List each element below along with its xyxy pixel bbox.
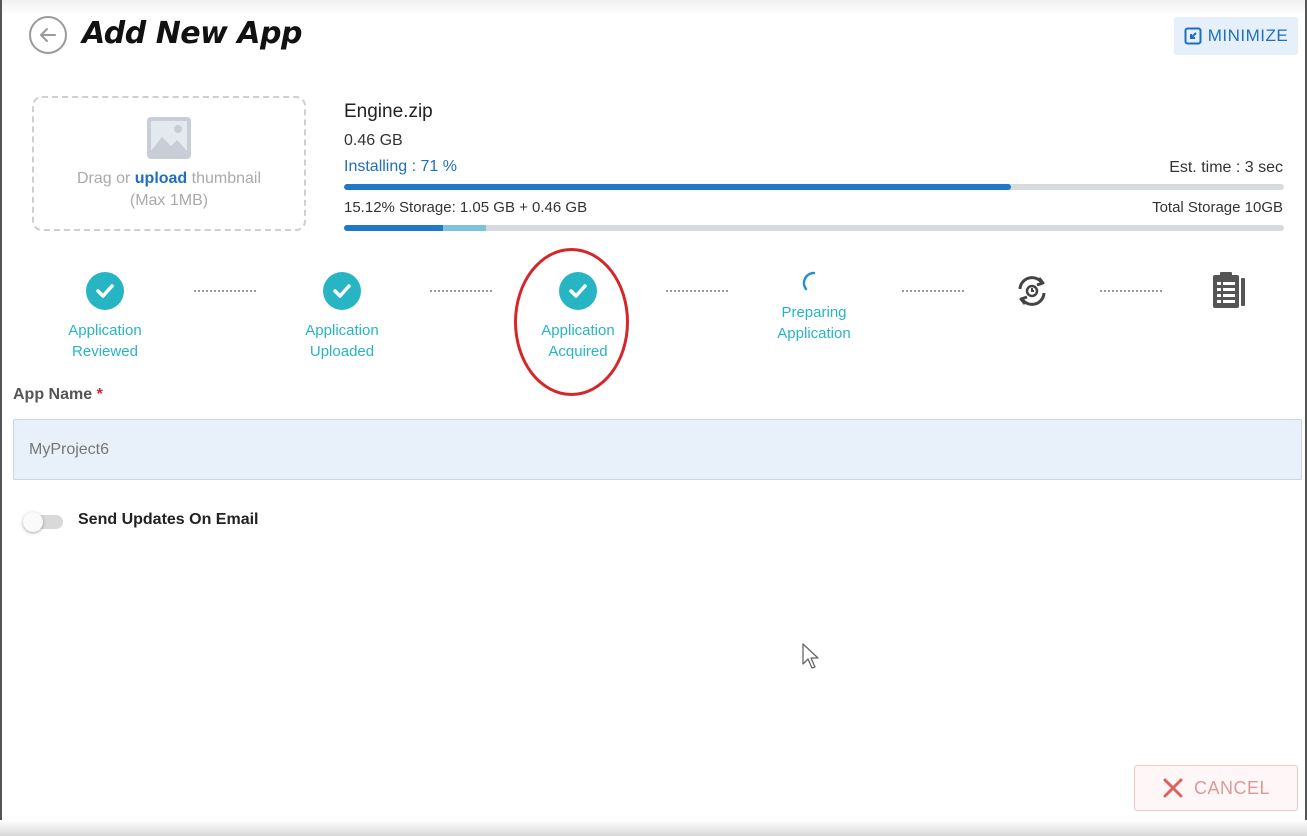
check-circle-icon — [323, 272, 361, 310]
install-progress-bar — [344, 184, 1284, 190]
estimated-time: Est. time : 3 sec — [1169, 159, 1283, 176]
upload-link[interactable]: upload — [135, 170, 187, 187]
check-circle-icon — [86, 272, 124, 310]
step-preparing-application: Preparing Application — [744, 270, 884, 344]
storage-bar — [344, 225, 1284, 231]
step-connector — [194, 290, 256, 292]
storage-used-fill — [344, 225, 443, 231]
step-label-line1: Application — [68, 322, 142, 339]
thumbnail-prefix: Drag or — [76, 169, 131, 187]
step-label-line1: Preparing — [781, 304, 847, 321]
cancel-button[interactable]: CANCEL — [1134, 765, 1298, 811]
step-connector — [1100, 290, 1162, 292]
step-label-line2: Application — [777, 325, 851, 342]
minimize-label: MINIMIZE — [1207, 26, 1289, 45]
thumbnail-instruction: Drag or upload thumbnail — [77, 168, 261, 190]
email-updates-label: Send Updates On Email — [78, 511, 259, 528]
email-updates-toggle[interactable] — [23, 512, 65, 532]
back-button[interactable] — [29, 16, 67, 54]
step-connector — [430, 290, 492, 292]
highlight-annotation — [514, 248, 629, 396]
image-icon — [147, 116, 191, 159]
loading-spinner-icon — [802, 271, 816, 291]
file-name: Engine.zip — [344, 101, 433, 122]
thumbnail-dropzone[interactable]: Drag or upload thumbnail (Max 1MB) — [32, 96, 306, 231]
storage-new-fill — [442, 225, 486, 231]
step-label-line2: Uploaded — [309, 343, 375, 360]
minimize-icon — [1184, 27, 1202, 45]
checklist-icon — [1213, 272, 1245, 308]
step-checklist — [1158, 270, 1298, 310]
page-title: Add New App — [82, 16, 302, 51]
mouse-cursor-icon — [802, 643, 819, 669]
thumbnail-suffix: thumbnail — [191, 169, 262, 187]
thumbnail-hint: (Max 1MB) — [129, 191, 209, 209]
sync-icon — [1018, 276, 1046, 306]
total-storage: Total Storage 10GB — [1152, 199, 1283, 216]
install-progress-fill — [344, 184, 1012, 190]
arrow-left-icon — [40, 28, 56, 42]
toggle-knob — [23, 512, 43, 532]
step-connector — [902, 290, 964, 292]
step-label-line1: Application — [305, 322, 379, 339]
required-mark: * — [96, 386, 103, 403]
app-name-label: App Name * — [13, 386, 103, 403]
step-connector — [666, 290, 728, 292]
minimize-button[interactable]: MINIMIZE — [1174, 17, 1298, 55]
storage-usage-text: 15.12% Storage: 1.05 GB + 0.46 GB — [344, 199, 588, 216]
cancel-label: CANCEL — [1193, 777, 1271, 798]
step-application-uploaded: Application Uploaded — [272, 272, 412, 362]
step-label-line2: Reviewed — [72, 343, 138, 360]
close-icon — [1163, 778, 1183, 798]
step-application-reviewed: Application Reviewed — [35, 272, 175, 362]
file-size: 0.46 GB — [344, 132, 403, 149]
step-sync — [962, 272, 1102, 310]
install-status: Installing : 71 % — [344, 158, 457, 175]
bottom-shade — [0, 820, 1307, 836]
app-name-input[interactable] — [13, 419, 1302, 480]
